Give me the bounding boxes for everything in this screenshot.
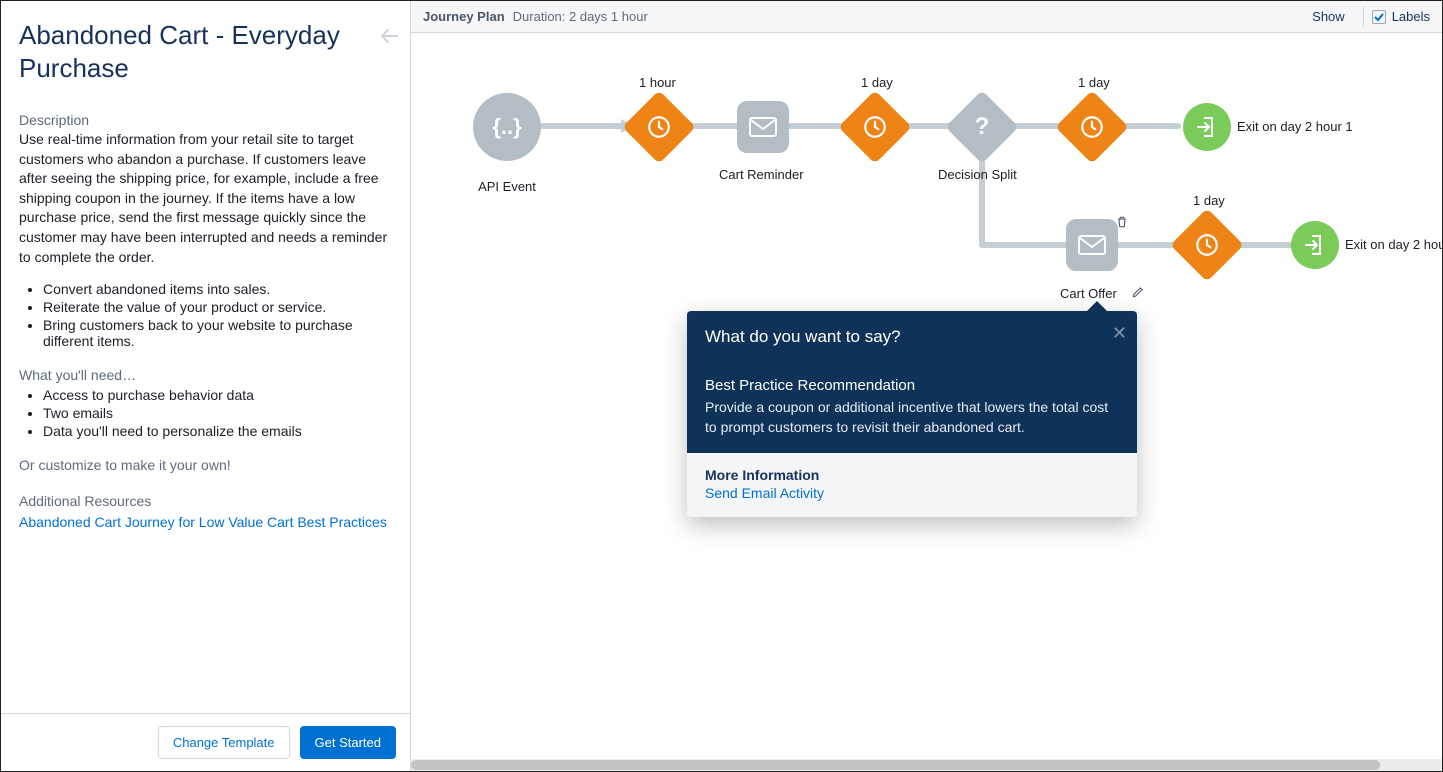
email-icon [749, 117, 777, 137]
exit-top-node[interactable] [1183, 103, 1231, 151]
clock-icon [646, 114, 672, 140]
scrollbar-thumb[interactable] [411, 760, 1380, 770]
list-item: Reiterate the value of your product or s… [43, 299, 392, 315]
sidebar-footer: Change Template Get Started [1, 713, 410, 771]
cart-offer-node[interactable] [1066, 219, 1118, 271]
customize-text: Or customize to make it your own! [19, 457, 392, 473]
wait-1-day-b-node[interactable] [1055, 90, 1129, 164]
exit-bottom-node[interactable] [1291, 221, 1339, 269]
need-list: Access to purchase behavior data Two ema… [19, 387, 392, 439]
wait-1-hour-duration: 1 hour [639, 75, 676, 90]
divider [1363, 7, 1364, 27]
api-event-node[interactable]: {..} [473, 93, 541, 161]
canvas-duration: Duration: 2 days 1 hour [513, 9, 648, 24]
cart-reminder-node[interactable] [737, 101, 789, 153]
wait-1-hour-node[interactable] [622, 90, 696, 164]
close-icon[interactable]: ✕ [1112, 323, 1127, 344]
wait-1-day-a-duration: 1 day [861, 75, 893, 90]
show-button[interactable]: Show [1302, 7, 1355, 26]
braces-icon: {..} [490, 110, 524, 144]
list-item: Access to purchase behavior data [43, 387, 392, 403]
wait-1-day-a-node[interactable] [838, 90, 912, 164]
more-info-title: More Information [705, 467, 1119, 483]
popover-caret [1087, 301, 1107, 311]
checkbox-icon [1372, 10, 1386, 24]
question-icon: ? [975, 113, 990, 141]
trash-icon[interactable] [1115, 215, 1129, 232]
wait-1-day-c-duration: 1 day [1193, 193, 1225, 208]
recommendation-popover: What do you want to say? ✕ Best Practice… [687, 311, 1137, 517]
exit-icon [1195, 115, 1219, 139]
need-label: What you'll need… [19, 367, 392, 383]
list-item: Two emails [43, 405, 392, 421]
sidebar: Abandoned Cart - Everyday Purchase Descr… [1, 1, 411, 771]
description-text: Use real-time information from your reta… [19, 130, 392, 267]
decision-split-node[interactable]: ? [945, 90, 1019, 164]
clock-icon [862, 114, 888, 140]
resource-link[interactable]: Abandoned Cart Journey for Low Value Car… [19, 514, 387, 530]
best-practice-text: Provide a coupon or additional incentive… [705, 398, 1119, 437]
labels-checkbox[interactable]: Labels [1372, 9, 1430, 24]
journey-template-title: Abandoned Cart - Everyday Purchase [19, 19, 392, 84]
list-item: Bring customers back to your website to … [43, 317, 392, 349]
journey-canvas[interactable]: {..} API Event 1 hour Cart Reminder 1 da… [411, 33, 1442, 771]
decision-split-label: Decision Split [938, 167, 1017, 182]
horizontal-scrollbar[interactable] [411, 759, 1442, 771]
popover-title: What do you want to say? [705, 327, 1119, 347]
connector [979, 242, 1319, 248]
back-arrow-icon[interactable] [380, 29, 398, 46]
exit-bottom-label: Exit on day 2 hour 1 [1345, 237, 1442, 252]
cart-offer-label: Cart Offer [1060, 286, 1117, 301]
list-item: Data you'll need to personalize the emai… [43, 423, 392, 439]
api-event-label: API Event [471, 179, 543, 194]
wait-1-day-b-duration: 1 day [1078, 75, 1110, 90]
cart-reminder-label: Cart Reminder [719, 167, 804, 182]
benefits-list: Convert abandoned items into sales. Reit… [19, 281, 392, 349]
canvas-header: Journey Plan Duration: 2 days 1 hour Sho… [411, 1, 1442, 33]
svg-text:{..}: {..} [492, 114, 522, 139]
clock-icon [1194, 232, 1220, 258]
list-item: Convert abandoned items into sales. [43, 281, 392, 297]
email-icon [1078, 235, 1106, 255]
exit-top-label: Exit on day 2 hour 1 [1237, 119, 1353, 134]
clock-icon [1079, 114, 1105, 140]
labels-checkbox-label: Labels [1392, 9, 1430, 24]
change-template-button[interactable]: Change Template [158, 726, 290, 759]
pencil-icon[interactable] [1131, 285, 1145, 302]
description-label: Description [19, 112, 392, 128]
resources-label: Additional Resources [19, 493, 392, 509]
wait-1-day-c-node[interactable] [1170, 208, 1244, 282]
send-email-activity-link[interactable]: Send Email Activity [705, 485, 824, 501]
connector [539, 123, 629, 129]
get-started-button[interactable]: Get Started [300, 726, 396, 759]
canvas-title: Journey Plan [423, 9, 505, 24]
best-practice-title: Best Practice Recommendation [705, 377, 1119, 394]
exit-icon [1303, 233, 1327, 257]
